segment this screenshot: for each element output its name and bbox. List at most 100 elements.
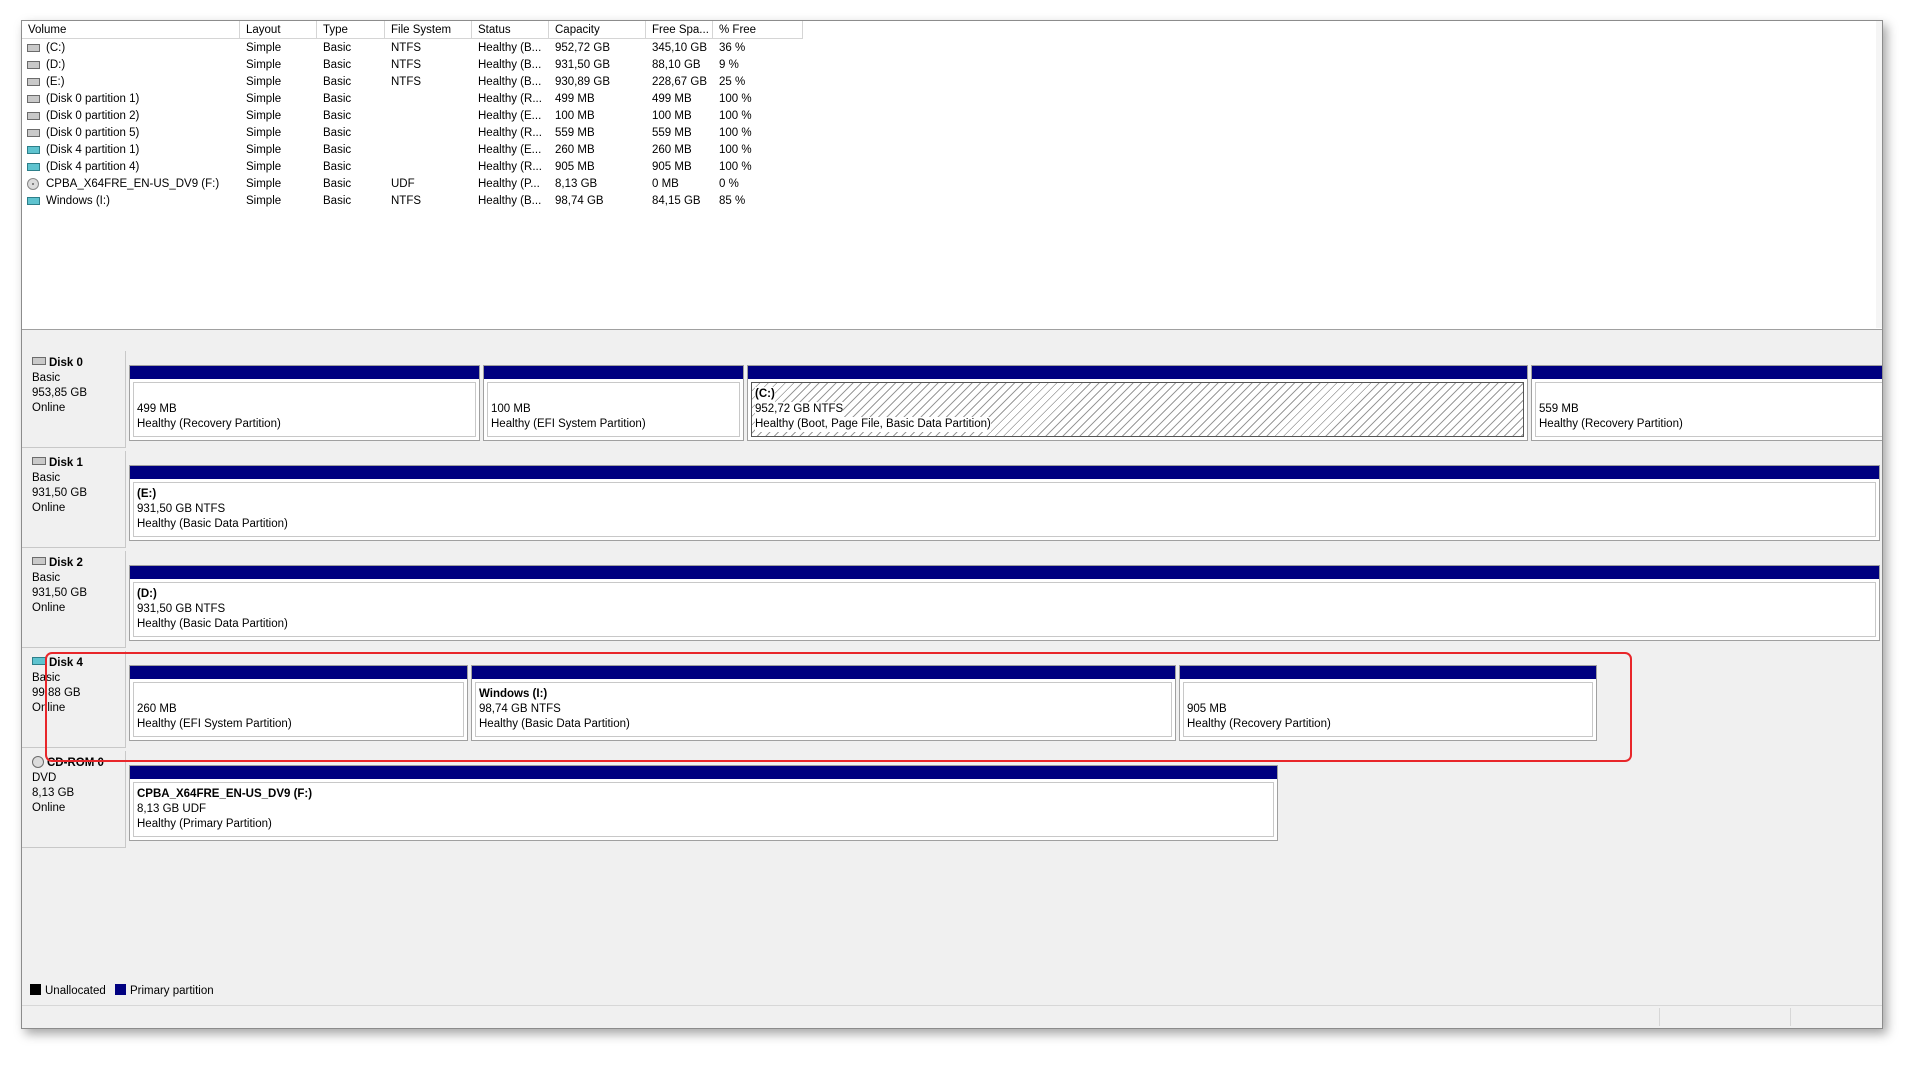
volume-cell-status: Healthy (E...	[478, 144, 542, 156]
partition-block[interactable]: 499 MB Healthy (Recovery Partition)	[129, 365, 480, 441]
disk-icon	[27, 44, 40, 52]
volume-cell-status: Healthy (R...	[478, 161, 542, 173]
disk-size: 931,50 GB	[32, 487, 87, 499]
column-header-layout[interactable]: Layout	[240, 21, 317, 39]
volume-cell-capacity: 559 MB	[555, 127, 595, 139]
volume-cell-capacity: 8,13 GB	[555, 178, 598, 190]
volume-cell-type: Basic	[323, 178, 352, 190]
partition-body: (C:) 952,72 GB NTFS Healthy (Boot, Page Fi…	[751, 382, 1524, 437]
volume-cell-free: 260 MB	[652, 144, 692, 156]
volume-cell-fs: NTFS	[391, 59, 422, 71]
usb-disk-icon	[27, 197, 40, 205]
partition-body: (E:) 931,50 GB NTFS Healthy (Basic Data Pa…	[133, 482, 1876, 537]
column-header-free-space[interactable]: Free Spa...	[646, 21, 713, 39]
partition-status: Healthy (EFI System Partition)	[491, 418, 646, 430]
volume-cell-free: 88,10 GB	[652, 59, 701, 71]
partition-body: 100 MB Healthy (EFI System Partition)	[487, 382, 740, 437]
volume-cell-type: Basic	[323, 93, 352, 105]
primary-partition-bar	[130, 366, 479, 379]
partition-status: Healthy (Basic Data Partition)	[137, 518, 288, 530]
legend: Unallocated Primary partition	[22, 979, 1882, 1003]
partition-block[interactable]: CPBA_X64FRE_EN-US_DV9 (F:) 8,13 GB UDF Hea…	[129, 765, 1278, 841]
volume-list[interactable]: Volume Layout Type File System Status Ca…	[22, 21, 1882, 330]
volume-cell-name: (Disk 0 partition 2)	[46, 110, 140, 122]
volume-cell-pct: 36 %	[719, 42, 746, 54]
disk-icon	[32, 556, 46, 565]
volume-row[interactable]: (Disk 4 partition 1) Simple Basic Healthy (…	[22, 142, 842, 159]
volume-cell-type: Basic	[323, 42, 352, 54]
column-header-capacity[interactable]: Capacity	[549, 21, 646, 39]
primary-partition-swatch	[114, 984, 126, 996]
column-header-file-system[interactable]: File System	[385, 21, 472, 39]
volume-cell-status: Healthy (R...	[478, 93, 542, 105]
volume-cell-status: Healthy (P...	[478, 178, 540, 190]
partition-size: 952,72 GB NTFS	[755, 402, 844, 417]
volume-cell-capacity: 952,72 GB	[555, 42, 610, 54]
volume-row[interactable]: (C:) Simple Basic NTFS Healthy (B... 952,72 G…	[22, 40, 842, 57]
disk-title: Disk 0	[32, 356, 125, 371]
volume-cell-name: (D:)	[46, 59, 66, 71]
disk-label-1[interactable]: Disk 1 Basic 931,50 GB Online	[22, 451, 126, 548]
disk-state: Online	[32, 602, 66, 614]
volume-cell-type: Basic	[323, 195, 352, 207]
partition-block[interactable]: (D:) 931,50 GB NTFS Healthy (Basic Data Pa…	[129, 565, 1880, 641]
volume-cell-name: Windows (I:)	[46, 195, 110, 207]
volume-row[interactable]: (Disk 0 partition 5) Simple Basic Healthy (…	[22, 125, 842, 142]
cd-icon	[27, 178, 39, 190]
volume-cell-layout: Simple	[246, 144, 282, 156]
partition-block[interactable]: (E:) 931,50 GB NTFS Healthy (Basic Data Pa…	[129, 465, 1880, 541]
volume-row[interactable]: (E:) Simple Basic NTFS Healthy (B... 930,89 G…	[22, 74, 842, 91]
disk-icon	[32, 456, 46, 465]
partition-name: (E:)	[137, 488, 157, 500]
volume-cell-capacity: 100 MB	[555, 110, 595, 122]
disk-icon	[27, 78, 40, 86]
column-header-status[interactable]: Status	[472, 21, 549, 39]
column-header-row: Volume Layout Type File System Status Ca…	[22, 21, 1882, 40]
partition-status: Healthy (Basic Data Partition)	[137, 618, 288, 630]
disk-label-4[interactable]: CD-ROM 0 DVD 8,13 GB Online	[22, 751, 126, 848]
partition-status: Healthy (Primary Partition)	[137, 818, 272, 830]
volume-cell-type: Basic	[323, 127, 352, 139]
volume-row[interactable]: (Disk 0 partition 2) Simple Basic Healthy (…	[22, 108, 842, 125]
disk-state: Online	[32, 802, 66, 814]
volume-row[interactable]: (Disk 4 partition 4) Simple Basic Healthy (…	[22, 159, 842, 176]
volume-cell-type: Basic	[323, 110, 352, 122]
volume-cell-free: 100 MB	[652, 110, 692, 122]
volume-row[interactable]: (D:) Simple Basic NTFS Healthy (B... 931,50 G…	[22, 57, 842, 74]
partition-block[interactable]: 100 MB Healthy (EFI System Partition)	[483, 365, 744, 441]
partition-size: 100 MB	[491, 403, 531, 415]
volume-cell-name: (C:)	[46, 42, 66, 54]
volume-row[interactable]: CPBA_X64FRE_EN-US_DV9 (F:) Simple Basic UDF…	[22, 176, 842, 193]
disk-kind: Basic	[32, 572, 61, 584]
partition-body: CPBA_X64FRE_EN-US_DV9 (F:) 8,13 GB UDF Hea…	[133, 782, 1274, 837]
volume-cell-free: 345,10 GB	[652, 42, 707, 54]
disk-label-2[interactable]: Disk 2 Basic 931,50 GB Online	[22, 551, 126, 648]
volume-cell-pct: 9 %	[719, 59, 739, 71]
cd-icon	[32, 755, 44, 768]
partition-block[interactable]: (C:) 952,72 GB NTFS Healthy (Boot, Page Fi…	[747, 365, 1528, 441]
column-header-percent-free[interactable]: % Free	[713, 21, 803, 39]
volume-cell-fs: NTFS	[391, 195, 422, 207]
volume-cell-pct: 25 %	[719, 76, 746, 88]
volume-row[interactable]: (Disk 0 partition 1) Simple Basic Healthy (…	[22, 91, 842, 108]
column-header-type[interactable]: Type	[317, 21, 385, 39]
volume-cell-name: (Disk 4 partition 4)	[46, 161, 140, 173]
primary-partition-bar	[130, 566, 1879, 579]
volume-row[interactable]: Windows (I:) Simple Basic NTFS Healthy (B...…	[22, 193, 842, 210]
disk-icon	[32, 356, 46, 365]
primary-partition-bar	[484, 366, 743, 379]
volume-cell-pct: 100 %	[719, 110, 752, 122]
disk-icon	[27, 95, 40, 103]
volume-cell-status: Healthy (R...	[478, 127, 542, 139]
disk-label-0[interactable]: Disk 0 Basic 953,85 GB Online	[22, 351, 126, 448]
volume-cell-name: (Disk 0 partition 1)	[46, 93, 140, 105]
volume-cell-type: Basic	[323, 161, 352, 173]
partition-status: Healthy (Recovery Partition)	[1539, 418, 1683, 430]
disk-icon	[27, 129, 40, 137]
volume-list-scrollbar[interactable]	[1876, 21, 1882, 328]
disk-size: 8,13 GB	[32, 787, 75, 799]
column-header-volume[interactable]: Volume	[22, 21, 240, 39]
partition-block[interactable]: 559 MB Healthy (Recovery Partition)	[1531, 365, 1882, 441]
primary-partition-bar	[748, 366, 1527, 379]
volume-cell-type: Basic	[323, 76, 352, 88]
